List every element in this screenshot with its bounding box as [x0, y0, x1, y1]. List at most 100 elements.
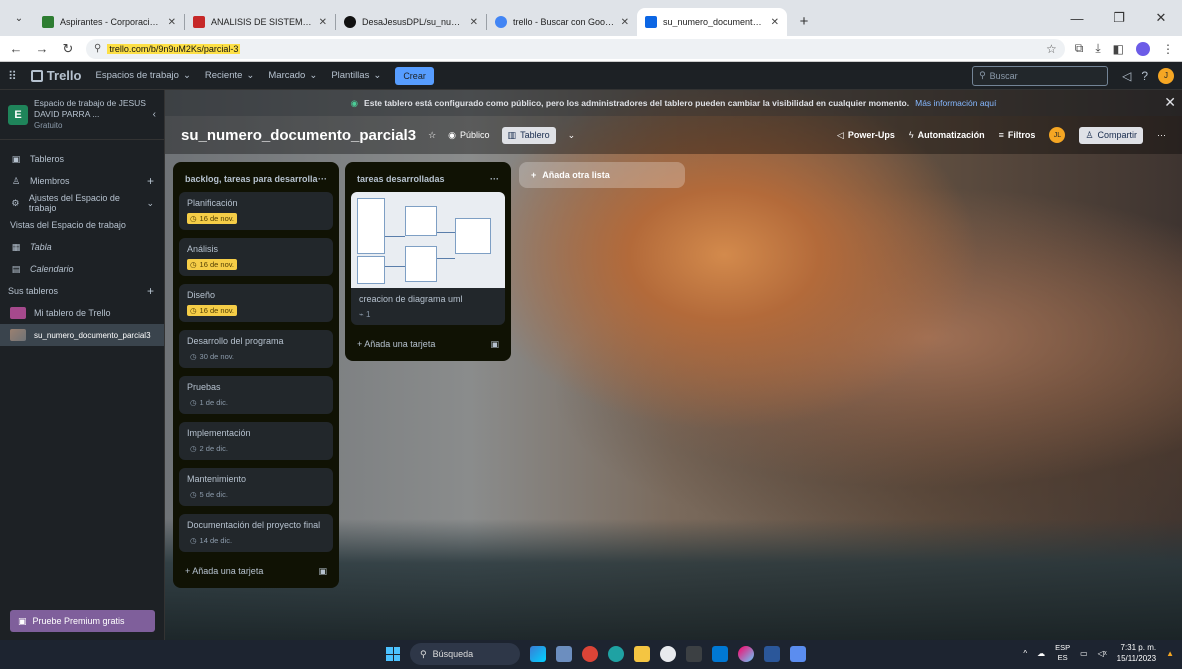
add-member-icon[interactable]: + [147, 174, 154, 188]
volume-icon[interactable]: ◁ᵡ [1098, 649, 1107, 658]
close-tab-icon[interactable]: ✕ [771, 17, 779, 28]
folder-icon[interactable] [634, 646, 650, 662]
menu-workspaces[interactable]: Espacios de trabajo ⌄ [95, 70, 190, 81]
menu-templates[interactable]: Plantillas ⌄ [331, 70, 381, 81]
try-premium-button[interactable]: ▣ Pruebe Premium gratis [10, 610, 155, 632]
word-icon[interactable] [764, 646, 780, 662]
close-tab-icon[interactable]: ✕ [470, 17, 478, 28]
share-button[interactable]: ♙ Compartir [1079, 126, 1143, 144]
sidebar-item-settings[interactable]: ⚙ Ajustes del Espacio de trabajo ⌄ [0, 192, 164, 214]
template-card-icon[interactable]: ▣ [490, 339, 499, 350]
vscode-icon[interactable] [712, 646, 728, 662]
app-icon[interactable] [660, 646, 676, 662]
board-menu-icon[interactable]: ··· [1157, 130, 1166, 140]
close-tab-icon[interactable]: ✕ [621, 17, 629, 28]
card[interactable]: Mantenimiento ◷ 5 de dic. [179, 468, 333, 506]
collapse-sidebar-icon[interactable]: ‹ [153, 109, 156, 120]
browser-tab-1[interactable]: ANALISIS DE SISTEMAS [G1]- ✕ [185, 8, 335, 36]
clock[interactable]: 7:31 p. m. 15/11/2023 [1117, 642, 1156, 664]
due-date-badge[interactable]: ◷ 14 de dic. [187, 535, 235, 546]
due-date-badge[interactable]: ◷ 16 de nov. [187, 259, 238, 270]
browser-tab-0[interactable]: Aspirantes - Corporación Univ ✕ [34, 8, 184, 36]
taskbar-search[interactable]: ⚲ Búsqueda [410, 643, 520, 665]
member-avatar[interactable]: JL [1049, 127, 1066, 143]
add-card-button[interactable]: + Añada una tarjeta ▣ [351, 333, 505, 355]
card[interactable]: Documentación del proyecto final ◷ 14 de … [179, 514, 333, 552]
workspace-header[interactable]: E Espacio de trabajo de JESUS DAVID PARR… [0, 90, 164, 140]
add-list-button[interactable]: + Añada otra lista [519, 162, 685, 188]
sidebar-board-mi-tablero[interactable]: Mi tablero de Trello [0, 302, 164, 324]
star-board-icon[interactable]: ☆ [428, 130, 436, 141]
browser-menu-icon[interactable]: ⋮ [1162, 42, 1174, 56]
card[interactable]: Implementación ◷ 2 de dic. [179, 422, 333, 460]
reload-icon[interactable]: ↻ [60, 41, 76, 57]
board-view-button[interactable]: ▥ Tablero [501, 126, 556, 144]
display-icon[interactable]: ▭ [1080, 649, 1088, 658]
site-info-icon[interactable]: ⚲ [94, 43, 101, 54]
sidepanel-icon[interactable]: ◧ [1113, 42, 1124, 56]
app-switcher-icon[interactable]: ⠿ [8, 69, 17, 83]
due-date-badge[interactable]: ◷ 16 de nov. [187, 305, 238, 316]
profile-avatar[interactable] [1136, 41, 1150, 56]
automation-button[interactable]: ϟ Automatización [909, 130, 985, 140]
sidebar-item-calendar[interactable]: ▤ Calendario [0, 258, 164, 280]
tray-chevron-icon[interactable]: ^ [1023, 649, 1027, 658]
download-icon[interactable]: ⤓ [1095, 41, 1100, 56]
url-omnibox[interactable]: ⚲ trello.com/b/9n9uM2Ks/parcial-3 ☆ [86, 38, 1065, 59]
card[interactable]: Planificación ◷ 16 de nov. [179, 192, 333, 230]
search-input[interactable]: ⚲ Buscar [972, 65, 1109, 86]
edge-icon[interactable] [608, 646, 624, 662]
create-button[interactable]: Crear [395, 66, 434, 85]
menu-recent[interactable]: Reciente ⌄ [205, 70, 254, 81]
add-board-icon[interactable]: + [147, 284, 154, 298]
language-indicator[interactable]: ESP ES [1055, 643, 1070, 663]
due-date-badge[interactable]: ◷ 2 de dic. [187, 443, 231, 454]
close-window-icon[interactable]: ✕ [1140, 0, 1182, 36]
list-header[interactable]: tareas desarrolladas ··· [351, 166, 505, 192]
browser-tab-3[interactable]: trello - Buscar con Google ✕ [487, 8, 637, 36]
browser-tab-4-active[interactable]: su_numero_documento_parcia ✕ [637, 8, 787, 36]
sidebar-item-boards[interactable]: ▣ Tableros [0, 148, 164, 170]
list-menu-icon[interactable]: ··· [490, 174, 499, 184]
power-ups-button[interactable]: ◁ Power-Ups [837, 130, 895, 141]
help-icon[interactable]: ? [1141, 69, 1148, 83]
minimize-icon[interactable]: — [1056, 0, 1098, 36]
card[interactable]: Diseño ◷ 16 de nov. [179, 284, 333, 322]
menu-starred[interactable]: Marcado ⌄ [268, 70, 317, 81]
filters-button[interactable]: ≡ Filtros [999, 130, 1036, 140]
sidebar-item-table[interactable]: ▦ Tabla [0, 236, 164, 258]
new-tab-button[interactable]: + [793, 10, 815, 32]
due-date-badge[interactable]: ◷ 5 de dic. [187, 489, 231, 500]
browser-tab-2[interactable]: DesaJesusDPL/su_numero_do ✕ [336, 8, 486, 36]
notifications-icon[interactable]: ◁ [1122, 69, 1131, 83]
card[interactable]: Desarrollo del programa ◷ 30 de nov. [179, 330, 333, 368]
card[interactable]: Análisis ◷ 16 de nov. [179, 238, 333, 276]
notification-bell-icon[interactable]: ▲ [1166, 649, 1174, 658]
onedrive-icon[interactable]: ☁ [1037, 649, 1045, 658]
sidebar-item-members[interactable]: ♙ Miembros + [0, 170, 164, 192]
chrome-icon[interactable] [582, 646, 598, 662]
due-date-badge[interactable]: ◷ 1 de dic. [187, 397, 231, 408]
forward-icon[interactable]: → [34, 41, 50, 56]
visibility-button[interactable]: ◉ Público [448, 130, 489, 141]
copilot-icon[interactable] [738, 646, 754, 662]
restore-icon[interactable]: ❐ [1098, 0, 1140, 36]
list-header[interactable]: backlog, tareas para desarrolla ··· [179, 166, 333, 192]
file-explorer-icon[interactable] [556, 646, 572, 662]
bookmark-star-icon[interactable]: ☆ [1046, 42, 1057, 56]
due-date-badge[interactable]: ◷ 16 de nov. [187, 213, 238, 224]
back-icon[interactable]: ← [8, 41, 24, 56]
board-title[interactable]: su_numero_documento_parcial3 [181, 127, 416, 144]
trello-logo[interactable]: Trello [30, 68, 81, 83]
photos-icon[interactable] [790, 646, 806, 662]
list-title[interactable]: backlog, tareas para desarrolla [185, 174, 318, 184]
banner-more-info-link[interactable]: Más información aquí [915, 98, 996, 108]
list-menu-icon[interactable]: ··· [318, 174, 327, 184]
sidebar-board-current[interactable]: su_numero_documento_parcial3 [0, 324, 164, 346]
close-banner-icon[interactable]: ✕ [1164, 94, 1176, 111]
store-icon[interactable] [686, 646, 702, 662]
windows-start-icon[interactable] [386, 647, 400, 661]
template-card-icon[interactable]: ▣ [318, 566, 327, 577]
views-dropdown-icon[interactable]: ⌄ [568, 130, 576, 141]
close-tab-icon[interactable]: ✕ [319, 17, 327, 28]
